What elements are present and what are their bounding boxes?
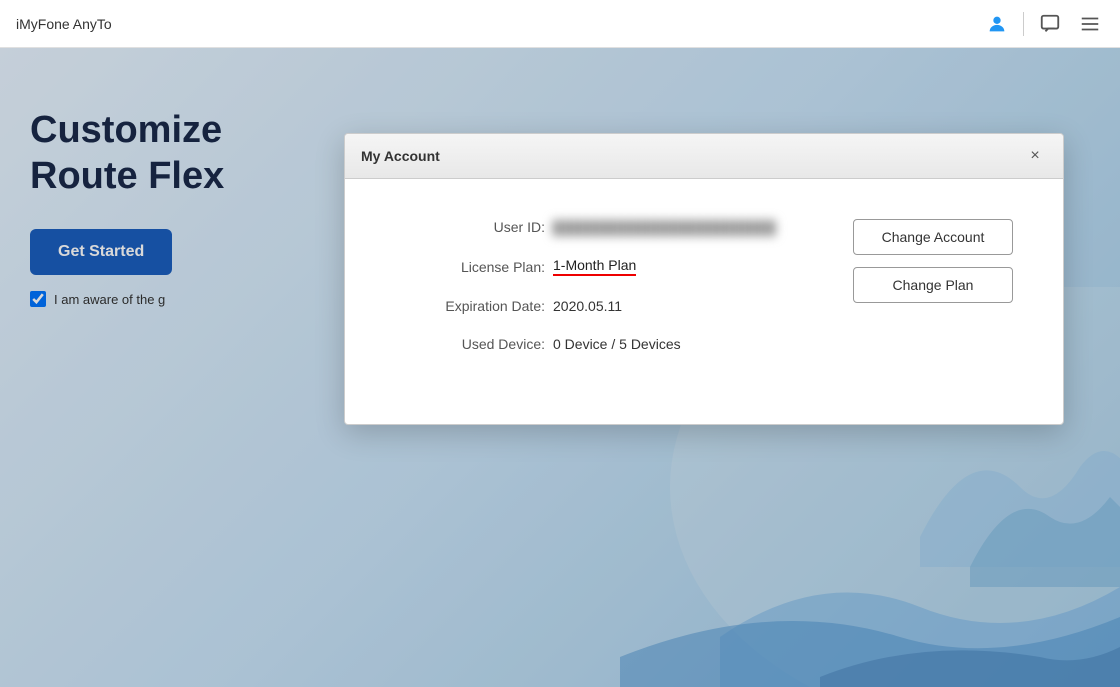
app-title: iMyFone AnyTo [16,16,112,32]
user-id-value: ████████████████████ [553,220,777,235]
license-label: License Plan: [425,259,545,275]
expiration-value: 2020.05.11 [553,298,622,314]
dialog-body: User ID: ████████████████████ License Pl… [345,179,1063,424]
dialog-title: My Account [361,148,440,164]
device-label: Used Device: [425,336,545,352]
my-account-dialog: My Account × User ID: ██████████████████… [344,133,1064,425]
main-background: Customize Route Flex Get Started I am aw… [0,48,1120,687]
dialog-actions: Change Account Change Plan [853,219,1013,374]
user-id-row: User ID: ████████████████████ [425,219,813,235]
titlebar-actions [983,10,1104,38]
dialog-titlebar: My Account × [345,134,1063,179]
expiration-row: Expiration Date: 2020.05.11 [425,298,813,314]
expiration-label: Expiration Date: [425,298,545,314]
menu-icon[interactable] [1076,10,1104,38]
change-account-button[interactable]: Change Account [853,219,1013,255]
device-row: Used Device: 0 Device / 5 Devices [425,336,813,352]
dialog-info: User ID: ████████████████████ License Pl… [425,219,813,374]
user-id-label: User ID: [425,219,545,235]
license-value: 1-Month Plan [553,257,636,276]
change-plan-button[interactable]: Change Plan [853,267,1013,303]
chat-icon[interactable] [1036,10,1064,38]
titlebar-divider [1023,12,1024,36]
user-avatar-icon[interactable] [983,10,1011,38]
device-value: 0 Device / 5 Devices [553,336,681,352]
titlebar: iMyFone AnyTo [0,0,1120,48]
license-plan-row: License Plan: 1-Month Plan [425,257,813,276]
dialog-close-button[interactable]: × [1023,144,1047,168]
